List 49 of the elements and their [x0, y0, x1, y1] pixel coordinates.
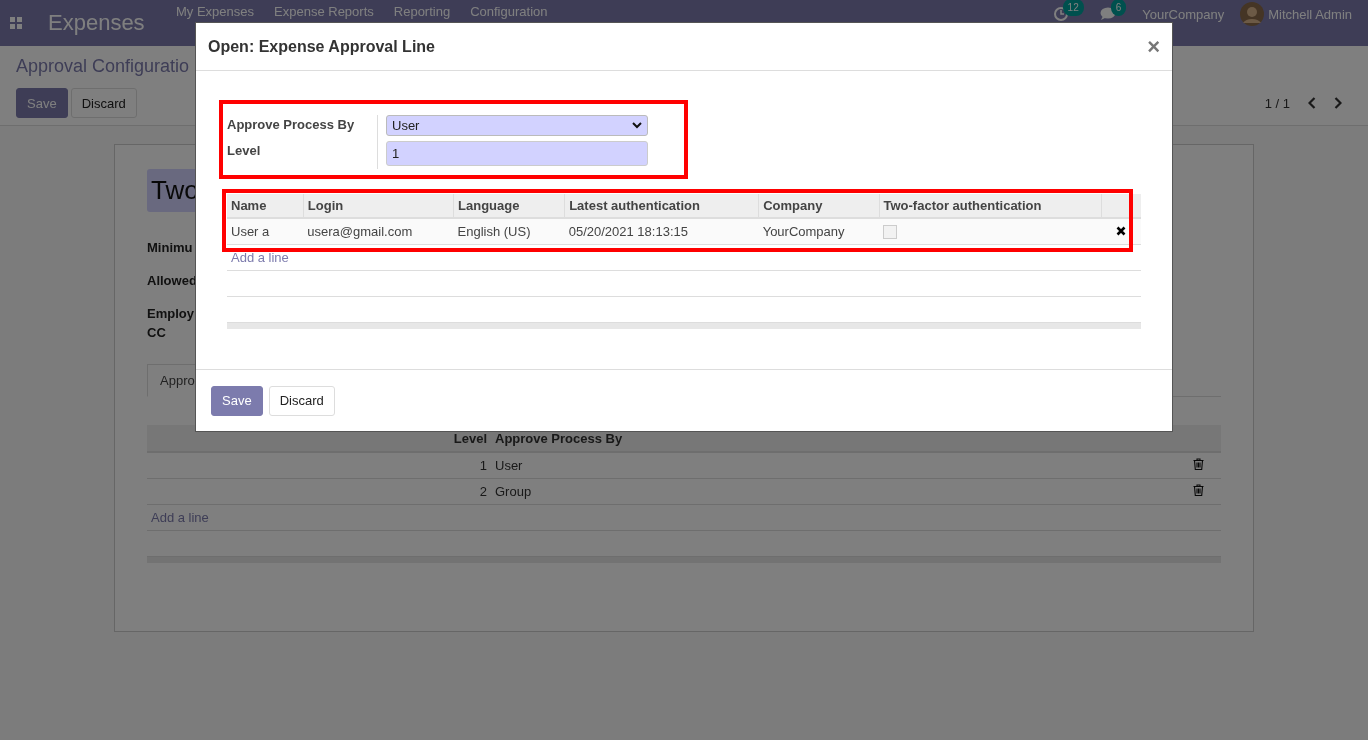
column-header[interactable]: Language	[453, 194, 565, 218]
menu-item[interactable]: Configuration	[470, 4, 548, 19]
save-button[interactable]: Save	[211, 385, 263, 416]
menu-item[interactable]: Expense Reports	[274, 4, 374, 19]
table-cell: 2	[147, 478, 491, 505]
pager-text: 1 / 1	[1264, 95, 1290, 111]
remove-icon[interactable]	[1116, 226, 1127, 236]
chevron-down-icon	[632, 122, 642, 129]
discard-button[interactable]: Discard	[70, 88, 137, 118]
trash-icon[interactable]	[1193, 458, 1204, 470]
previous-icon[interactable]	[1308, 97, 1316, 109]
next-icon[interactable]	[1334, 97, 1342, 109]
table-cell: 05/20/2021 18:13:15	[564, 218, 759, 245]
column-header[interactable]: Two-factor authentication	[879, 194, 1102, 218]
column-header[interactable]: Login	[303, 194, 454, 218]
field-label: Approve Process By	[227, 117, 356, 134]
level-input[interactable]: 1	[386, 141, 648, 166]
save-button[interactable]: Save	[16, 88, 68, 118]
dialog-title: Open: Expense Approval Line	[208, 37, 435, 56]
field-label: Minimu	[147, 239, 194, 257]
table-cell: User	[491, 452, 1189, 479]
field-label: Allowed	[147, 272, 195, 290]
menu-item[interactable]: My Expenses	[176, 4, 255, 19]
company-switcher[interactable]: YourCompany	[1142, 6, 1225, 22]
table-cell: 1	[147, 452, 491, 479]
column-header[interactable]: Company	[758, 194, 879, 218]
close-button[interactable]: ×	[1147, 35, 1160, 58]
add-line-link[interactable]: Add a line	[151, 510, 209, 525]
add-line-link[interactable]: Add a line	[231, 250, 289, 265]
apps-menu-icon[interactable]	[10, 17, 22, 29]
field-label: Employ CC	[147, 305, 195, 342]
table-cell: English (US)	[453, 218, 565, 245]
app-title: Expenses	[48, 10, 146, 36]
field-label: Level	[227, 143, 262, 160]
column-header[interactable]: Latest authentication	[564, 194, 759, 218]
table-cell: usera@gmail.com	[303, 218, 454, 245]
column-header[interactable]: Name	[227, 194, 304, 218]
activity-count-badge: 12	[1062, 0, 1084, 16]
approve-process-select[interactable]: User	[386, 115, 648, 136]
message-count-badge: 6	[1110, 0, 1127, 16]
menu-item[interactable]: Reporting	[393, 4, 451, 19]
clock-icon[interactable]	[1053, 7, 1068, 21]
table-cell: User a	[227, 218, 304, 245]
discard-button[interactable]: Discard	[268, 385, 335, 416]
checkbox[interactable]	[883, 225, 897, 240]
user-name[interactable]: Mitchell Admin	[1268, 6, 1352, 22]
trash-icon[interactable]	[1193, 484, 1204, 496]
table-cell: YourCompany	[758, 218, 879, 245]
table-cell: Group	[491, 478, 1189, 505]
